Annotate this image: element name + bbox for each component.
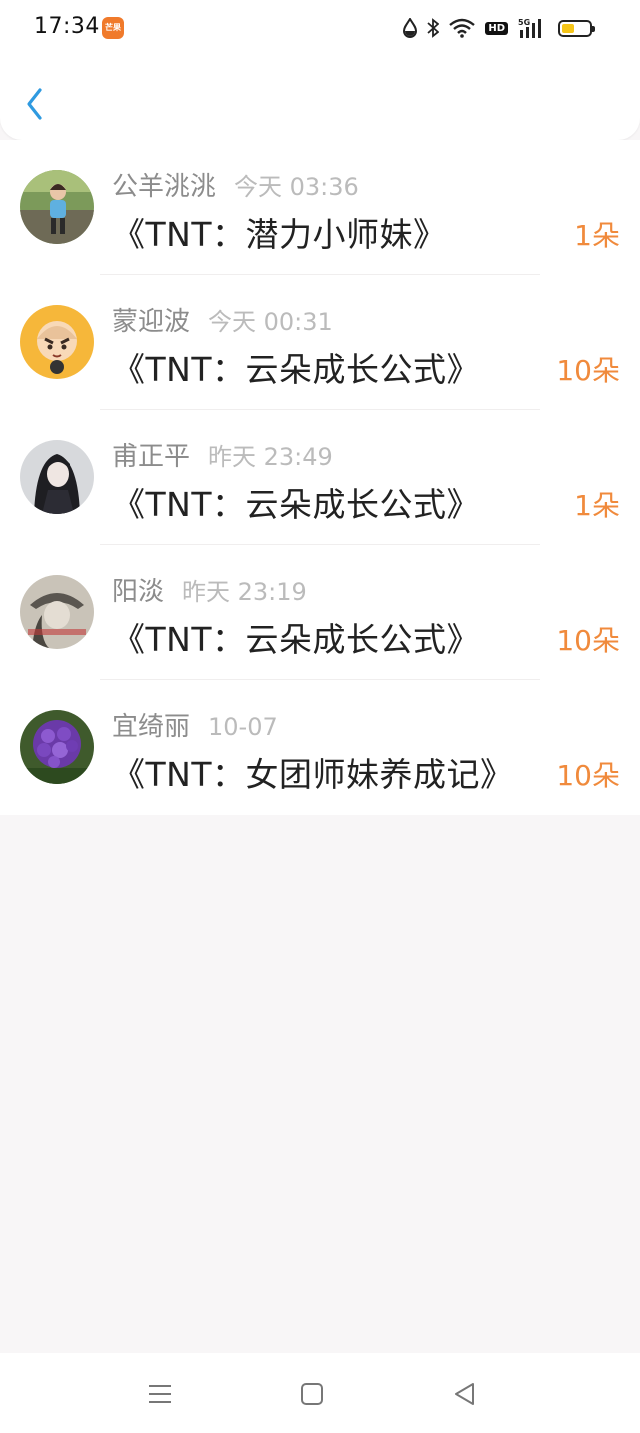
- avatar[interactable]: [20, 170, 94, 244]
- book-title[interactable]: 《TNT：云朵成长公式》: [112, 613, 480, 661]
- app-notification-icon: 芒果: [102, 17, 124, 39]
- sender-name-text: 甫正平: [112, 442, 191, 472]
- book-title[interactable]: 《TNT：女团师妹养成记》: [112, 748, 514, 796]
- list-item[interactable]: 甫正平 昨天 23:49 《TNT：云朵成长公式》 1朵: [0, 410, 640, 545]
- sender-name-text: 阳淡: [112, 577, 165, 607]
- menu-button[interactable]: [145, 1379, 175, 1409]
- sender-name: 甫正平 昨天 23:49: [112, 436, 333, 473]
- header: 17:34 芒果 HD 5G: [0, 0, 640, 140]
- svg-text:5G: 5G: [518, 18, 530, 27]
- home-icon: [301, 1383, 323, 1405]
- status-time: 17:34: [34, 14, 100, 39]
- gift-time: 今天 00:31: [208, 308, 333, 336]
- battery-level: [562, 23, 574, 33]
- sender-name: 阳淡 昨天 23:19: [112, 571, 307, 608]
- book-title[interactable]: 《TNT：云朵成长公式》: [112, 343, 480, 391]
- gift-count: 10朵: [556, 759, 620, 792]
- wifi-icon: [449, 18, 476, 38]
- gift-count: 10朵: [556, 624, 620, 657]
- list-item[interactable]: 阳淡 昨天 23:19 《TNT：云朵成长公式》 10朵: [0, 545, 640, 680]
- sender-name-text: 宜绮丽: [112, 712, 191, 742]
- battery-icon: [558, 19, 595, 37]
- avatar[interactable]: [20, 440, 94, 514]
- menu-icon: [149, 1385, 171, 1403]
- avatar[interactable]: [20, 305, 94, 379]
- list-item[interactable]: 公羊洮洮 今天 03:36 《TNT：潜力小师妹》 1朵: [0, 140, 640, 275]
- signal-5g-icon: 5G: [518, 17, 548, 39]
- book-title[interactable]: 《TNT：潜力小师妹》: [112, 208, 447, 256]
- bluetooth-icon: [427, 18, 440, 38]
- gift-time: 今天 03:36: [234, 173, 359, 201]
- sender-name: 蒙迎波 今天 00:31: [112, 301, 333, 338]
- gift-count: 1朵: [574, 219, 620, 252]
- status-bar: 17:34 芒果 HD 5G: [0, 0, 640, 56]
- gift-time: 10-07: [208, 713, 278, 741]
- sender-name: 宜绮丽 10-07: [112, 706, 278, 743]
- avatar[interactable]: [20, 575, 94, 649]
- back-triangle-icon: [455, 1383, 474, 1405]
- app-badge-label: 芒果: [105, 23, 121, 32]
- list-item[interactable]: 蒙迎波 今天 00:31 《TNT：云朵成长公式》 10朵: [0, 275, 640, 410]
- gift-list: 公羊洮洮 今天 03:36 《TNT：潜力小师妹》 1朵 蒙迎波 今天 00:31 …: [0, 140, 640, 815]
- list-item[interactable]: 宜绮丽 10-07 《TNT：女团师妹养成记》 10朵: [0, 680, 640, 815]
- sender-name-text: 蒙迎波: [112, 307, 191, 337]
- gift-time: 昨天 23:49: [208, 443, 333, 471]
- book-title[interactable]: 《TNT：云朵成长公式》: [112, 478, 480, 526]
- home-button[interactable]: [297, 1379, 327, 1409]
- sender-name: 公羊洮洮 今天 03:36: [112, 166, 359, 203]
- avatar[interactable]: [20, 710, 94, 784]
- system-nav-bar: [0, 1353, 640, 1433]
- water-drop-icon: [403, 18, 418, 38]
- status-icons: HD 5G: [403, 15, 595, 41]
- chevron-left-icon: [27, 88, 42, 120]
- hd-badge: HD: [485, 21, 508, 35]
- back-nav-button[interactable]: [450, 1379, 480, 1409]
- sender-name-text: 公羊洮洮: [112, 172, 217, 202]
- back-button[interactable]: [20, 84, 52, 124]
- gift-time: 昨天 23:19: [182, 578, 307, 606]
- gift-count: 1朵: [574, 489, 620, 522]
- gift-count: 10朵: [556, 354, 620, 387]
- battery-nub: [592, 25, 595, 32]
